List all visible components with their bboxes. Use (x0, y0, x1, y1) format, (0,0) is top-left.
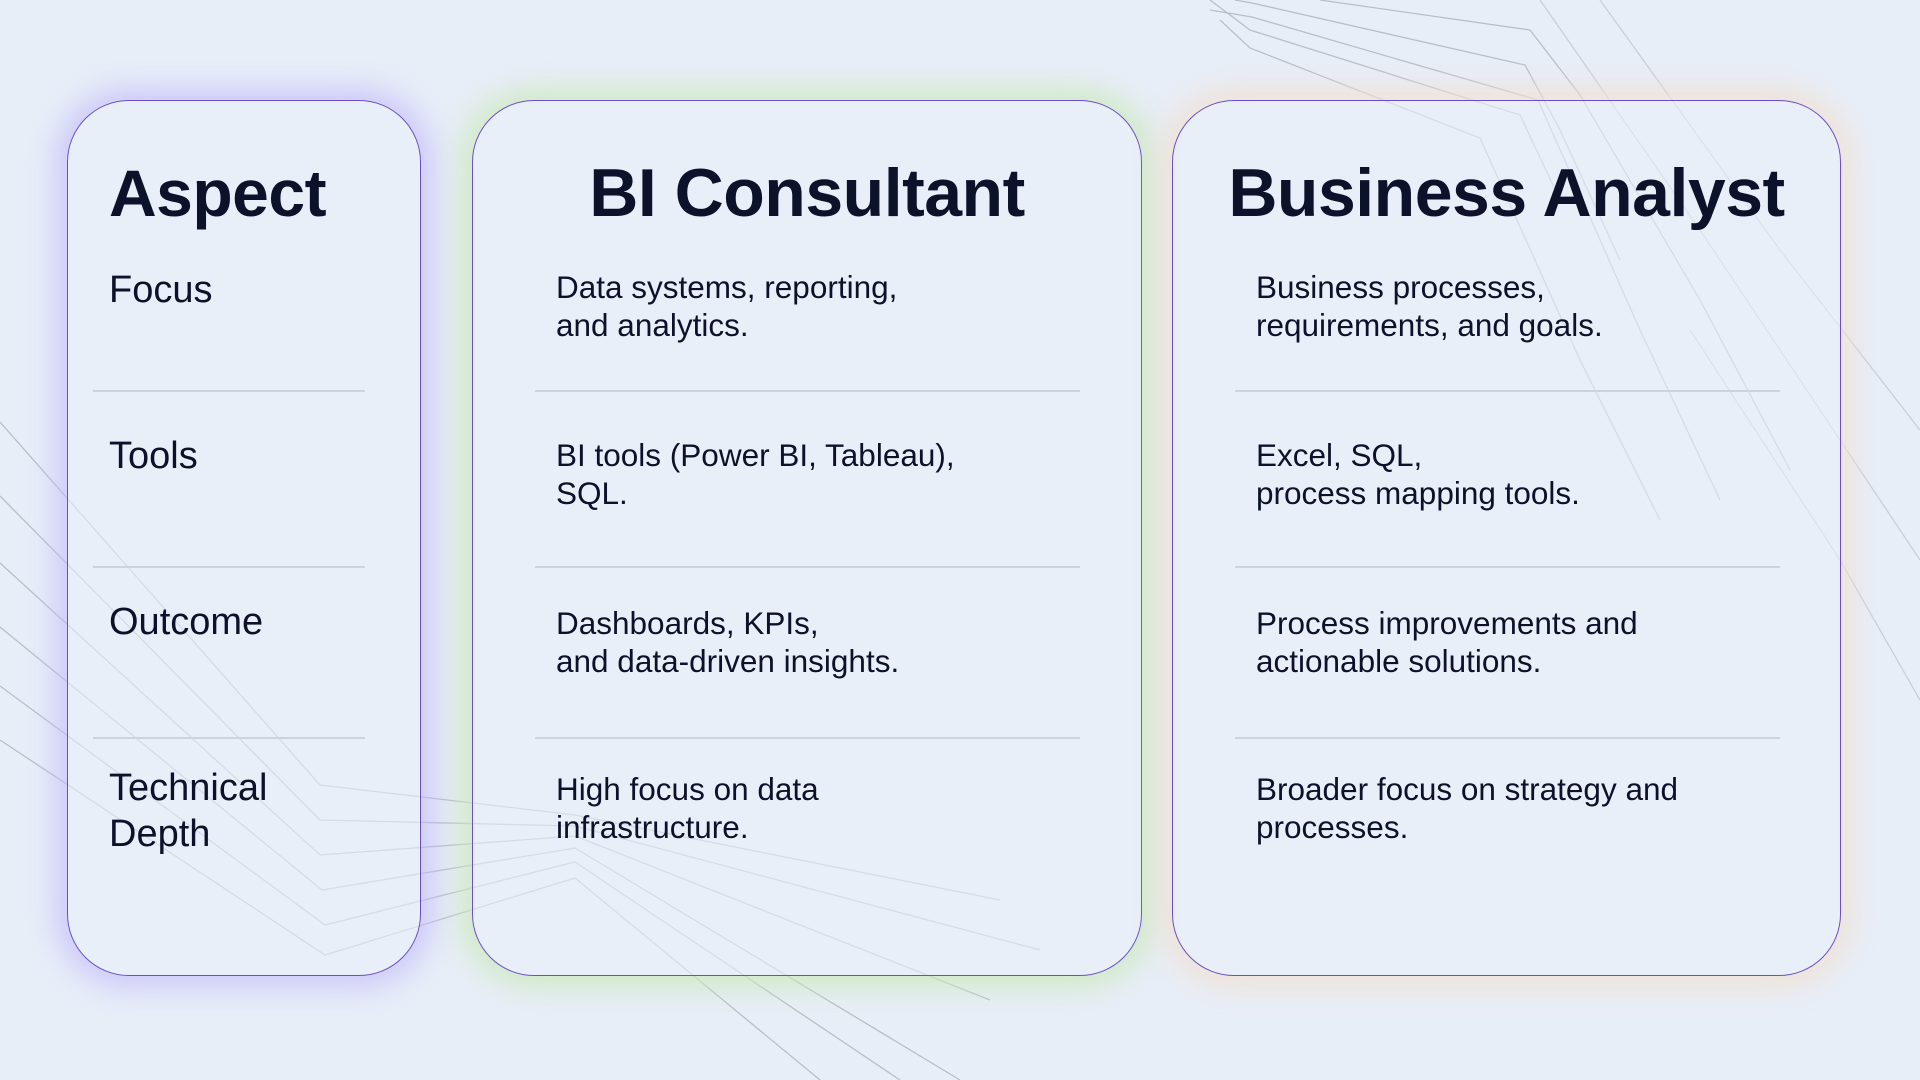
business-analyst-focus: Business processes, requirements, and go… (1256, 269, 1603, 343)
row-divider (93, 390, 365, 392)
business-analyst-title: Business Analyst (1228, 155, 1785, 231)
bi-consultant-outcome: Dashboards, KPIs, and data-driven insigh… (556, 605, 900, 679)
bi-consultant-card: BI Consultant Data systems, reporting, a… (472, 100, 1142, 976)
aspect-label-focus: Focus (109, 269, 213, 311)
row-divider (535, 566, 1080, 568)
row-divider (1235, 737, 1780, 739)
bi-consultant-focus: Data systems, reporting, and analytics. (556, 269, 898, 343)
aspect-label-technical-depth: Technical Depth (109, 767, 268, 855)
business-analyst-technical-depth: Broader focus on strategy and processes. (1256, 771, 1679, 845)
row-divider (1235, 566, 1780, 568)
row-divider (1235, 390, 1780, 392)
row-divider (535, 737, 1080, 739)
business-analyst-tools: Excel, SQL, process mapping tools. (1256, 437, 1580, 511)
row-divider (93, 566, 365, 568)
aspect-label-tools: Tools (109, 435, 198, 477)
bi-consultant-title: BI Consultant (589, 155, 1025, 231)
aspect-label-outcome: Outcome (109, 601, 264, 643)
business-analyst-card: Business Analyst Business processes, req… (1172, 100, 1841, 976)
row-divider (93, 737, 365, 739)
bi-consultant-technical-depth: High focus on data infrastructure. (556, 771, 819, 845)
business-analyst-outcome: Process improvements and actionable solu… (1256, 605, 1638, 679)
row-divider (535, 390, 1080, 392)
aspect-card: Aspect Focus Tools Outcome Technical Dep… (67, 100, 421, 976)
bi-consultant-tools: BI tools (Power BI, Tableau), SQL. (556, 437, 955, 511)
aspect-title: Aspect (109, 156, 327, 230)
